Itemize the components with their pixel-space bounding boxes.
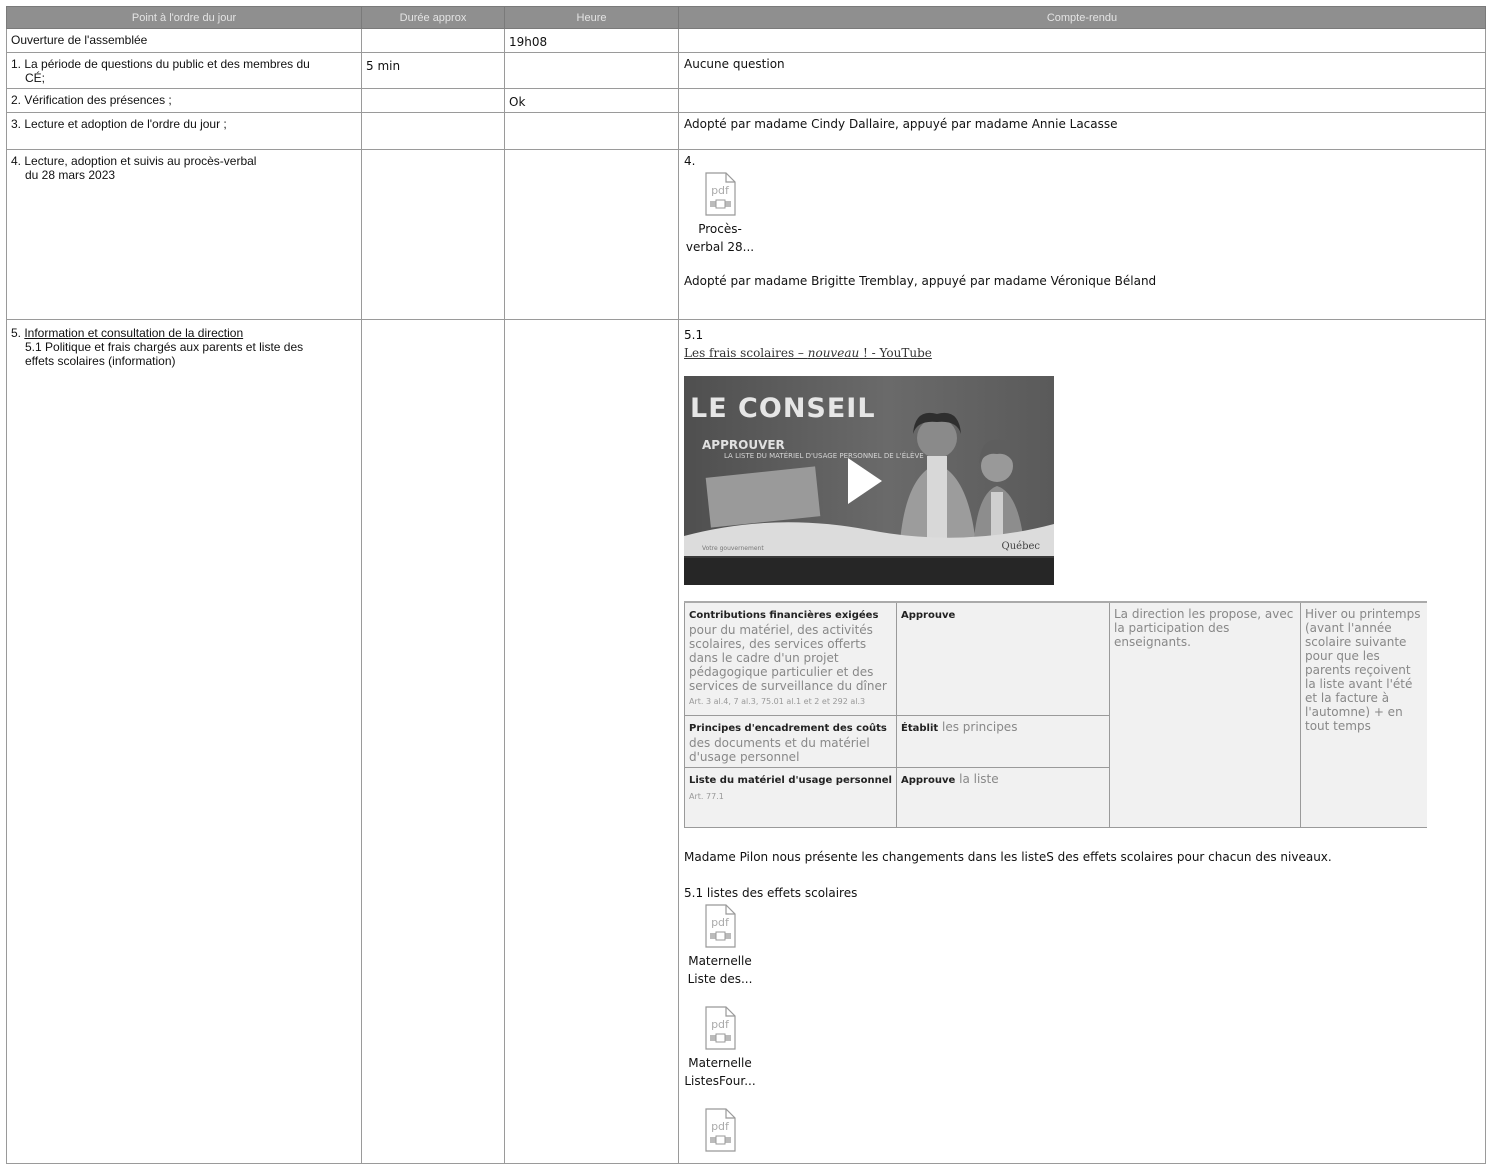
responsibilities-table: Contributions financières exigées pour d…: [684, 601, 1427, 828]
duree-cell: [361, 28, 505, 53]
point-cell: Ouverture de l'assemblée: [6, 28, 362, 53]
point-text: 4. Lecture, adoption et suivis au procès…: [11, 154, 257, 168]
point-text-cont: CÉ;: [25, 71, 46, 85]
article-reference: Art. 3 al.4, 7 al.3, 75.01 al.1 et 2 et …: [689, 697, 866, 706]
point-number: 5.: [11, 326, 25, 340]
pdf-attachment[interactable]: pdf Maternelle Liste des...: [684, 904, 756, 988]
compte-rendu-cell: [678, 28, 1486, 53]
heure-cell: [504, 52, 679, 89]
subpoint-text-cont: effets scolaires (information): [25, 354, 176, 368]
point-text-cont: du 28 mars 2023: [25, 168, 116, 182]
pdf-attachment[interactable]: pdf Procès- verbal 28...: [684, 172, 756, 256]
compte-rendu-cell: 4. pdf Procès- verbal 28... Adopté par m…: [678, 149, 1486, 320]
header-heure: Heure: [504, 6, 679, 29]
point-cell: 5. Information et consultation de la dir…: [6, 319, 362, 1164]
duree-cell: [361, 149, 505, 320]
item-description: pour du matériel, des activités scolaire…: [689, 623, 887, 693]
item-title: Contributions financières exigées: [689, 610, 879, 621]
link-text: Les frais scolaires –: [684, 346, 808, 360]
heure-cell: Ok: [504, 88, 679, 113]
pdf-icon-text: pdf: [711, 184, 730, 197]
video-subtitle-small: LA LISTE DU MATÉRIEL D'USAGE PERSONNEL D…: [724, 452, 924, 460]
role: Approuve: [901, 775, 956, 786]
duree-cell: 5 min: [361, 52, 505, 89]
link-text-italic: nouveau: [807, 346, 860, 360]
pdf-icon: pdf: [705, 172, 736, 216]
subpoint-text: 5.1 Politique et frais chargés aux paren…: [25, 340, 304, 354]
item-title: Liste du matériel d'usage personnel: [689, 775, 892, 786]
adoption-text: Adopté par madame Brigitte Tremblay, app…: [684, 274, 1157, 288]
pdf-icon: pdf: [705, 1108, 736, 1152]
who-proposes: La direction les propose, avec la partic…: [1109, 601, 1301, 828]
pdf-icon: pdf: [705, 904, 736, 948]
compte-rendu-cell: Adopté par madame Cindy Dallaire, appuyé…: [678, 112, 1486, 150]
header-duree: Durée approx: [361, 6, 505, 29]
point-cell: 2. Vérification des présences ;: [6, 88, 362, 113]
pdf-attachment[interactable]: pdf Maternelle ListesFour...: [684, 1006, 756, 1090]
timing: Hiver ou printemps (avant l'année scolai…: [1300, 601, 1427, 828]
agenda-table: Point à l'ordre du jour Durée approx Heu…: [6, 6, 1486, 1164]
attachment-label: Maternelle: [688, 954, 752, 968]
item-description: des documents et du matériel d'usage per…: [689, 736, 870, 764]
youtube-link[interactable]: Les frais scolaires – nouveau ! - YouTub…: [684, 346, 932, 360]
presentation-text: Madame Pilon nous présente les changemen…: [684, 850, 1332, 864]
header-point: Point à l'ordre du jour: [6, 6, 362, 29]
government-mark: Votre gouvernement: [702, 545, 764, 552]
point-cell: 4. Lecture, adoption et suivis au procès…: [6, 149, 362, 320]
attachment-label: Liste des...: [687, 972, 753, 986]
item-number: 5.1: [684, 328, 704, 342]
point-title: Information et consultation de la direct…: [24, 326, 244, 340]
table-row: 3. Lecture et adoption de l'ordre du jou…: [6, 112, 1486, 150]
list-title: 5.1 listes des effets scolaires: [684, 886, 858, 900]
duree-cell: [361, 319, 505, 1164]
point-cell: 1. La période de questions du public et …: [6, 52, 362, 89]
duree-cell: [361, 112, 505, 150]
link-text-end: ! - YouTube: [859, 346, 932, 360]
pdf-icon-text: pdf: [711, 1018, 730, 1031]
compte-rendu-cell: 5.1 Les frais scolaires – nouveau ! - Yo…: [678, 319, 1486, 1164]
duree-cell: [361, 88, 505, 113]
attachment-label: Procès-: [698, 222, 742, 236]
heure-cell: [504, 319, 679, 1164]
heure-cell: [504, 112, 679, 150]
item-number: 4.: [684, 154, 696, 168]
table-row: 5. Information et consultation de la dir…: [6, 319, 1486, 1164]
attachment-label: ListesFour...: [684, 1074, 756, 1088]
quebec-logo: Québec: [1001, 541, 1040, 552]
heure-cell: [504, 149, 679, 320]
play-icon[interactable]: [844, 456, 884, 506]
heure-cell: 19h08: [504, 28, 679, 53]
point-cell: 3. Lecture et adoption de l'ordre du jou…: [6, 112, 362, 150]
header-row: Point à l'ordre du jour Durée approx Heu…: [6, 6, 1486, 29]
attachment-label: verbal 28...: [685, 240, 755, 254]
pdf-attachment[interactable]: pdf: [684, 1108, 756, 1152]
header-compte-rendu: Compte-rendu: [678, 6, 1486, 29]
video-subtitle: APPROUVER: [702, 438, 785, 452]
role-detail: la liste: [959, 772, 999, 786]
meeting-minutes-document: Point à l'ordre du jour Durée approx Heu…: [6, 6, 1486, 1164]
compte-rendu-cell: [678, 88, 1486, 113]
role: Approuve: [901, 610, 956, 621]
point-text: 1. La période de questions du public et …: [11, 57, 310, 71]
role: Établit: [901, 723, 939, 734]
role-detail: les principes: [941, 720, 1018, 734]
video-title: LE CONSEIL: [690, 393, 876, 424]
pdf-icon-text: pdf: [711, 916, 730, 929]
table-row: 4. Lecture, adoption et suivis au procès…: [6, 149, 1486, 320]
table-row: Ouverture de l'assemblée 19h08: [6, 28, 1486, 53]
pdf-icon: pdf: [705, 1006, 736, 1050]
table-row: 1. La période de questions du public et …: [6, 52, 1486, 89]
article-reference: Art. 77.1: [689, 792, 724, 801]
responsibility-row: Contributions financières exigées pour d…: [684, 601, 1427, 828]
compte-rendu-cell: Aucune question: [678, 52, 1486, 89]
attachment-label: Maternelle: [688, 1056, 752, 1070]
table-row: 2. Vérification des présences ; Ok: [6, 88, 1486, 113]
item-title: Principes d'encadrement des coûts: [689, 723, 887, 734]
video-thumbnail[interactable]: LE CONSEIL APPROUVER LA LISTE DU MATÉRIE…: [684, 376, 1054, 585]
pdf-icon-text: pdf: [711, 1120, 730, 1133]
